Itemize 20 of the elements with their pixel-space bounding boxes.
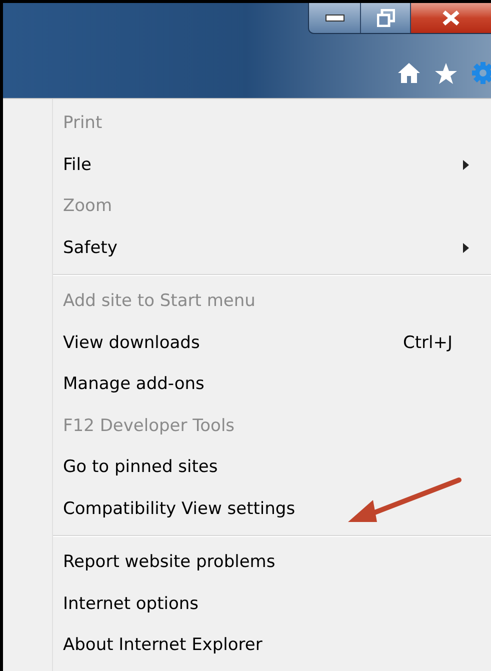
close-icon — [442, 10, 460, 26]
restore-button[interactable] — [361, 3, 411, 33]
menu-item[interactable]: Report website problems — [3, 542, 491, 584]
menu-item[interactable]: About Internet Explorer — [3, 625, 491, 666]
menu-item[interactable]: Compatibility View settings — [3, 488, 491, 530]
restore-icon — [376, 9, 394, 27]
menu-item[interactable]: Manage add-ons — [3, 364, 491, 406]
submenu-arrow-icon — [463, 243, 469, 254]
star-icon[interactable] — [434, 62, 458, 84]
minimize-icon — [324, 14, 344, 22]
menu-item[interactable]: Safety — [3, 228, 491, 269]
submenu-arrow-icon — [463, 160, 469, 170]
menu-item[interactable]: View downloads Ctrl+J — [3, 322, 491, 364]
home-icon[interactable] — [397, 62, 421, 84]
menu-item[interactable]: Go to pinned sites — [3, 447, 491, 488]
menu-item[interactable]: Internet options — [3, 584, 491, 625]
menu-item[interactable]: File — [3, 144, 491, 186]
minimize-button[interactable] — [309, 3, 361, 33]
shortcut-text: Ctrl+J — [403, 332, 453, 354]
close-button[interactable] — [411, 3, 491, 33]
